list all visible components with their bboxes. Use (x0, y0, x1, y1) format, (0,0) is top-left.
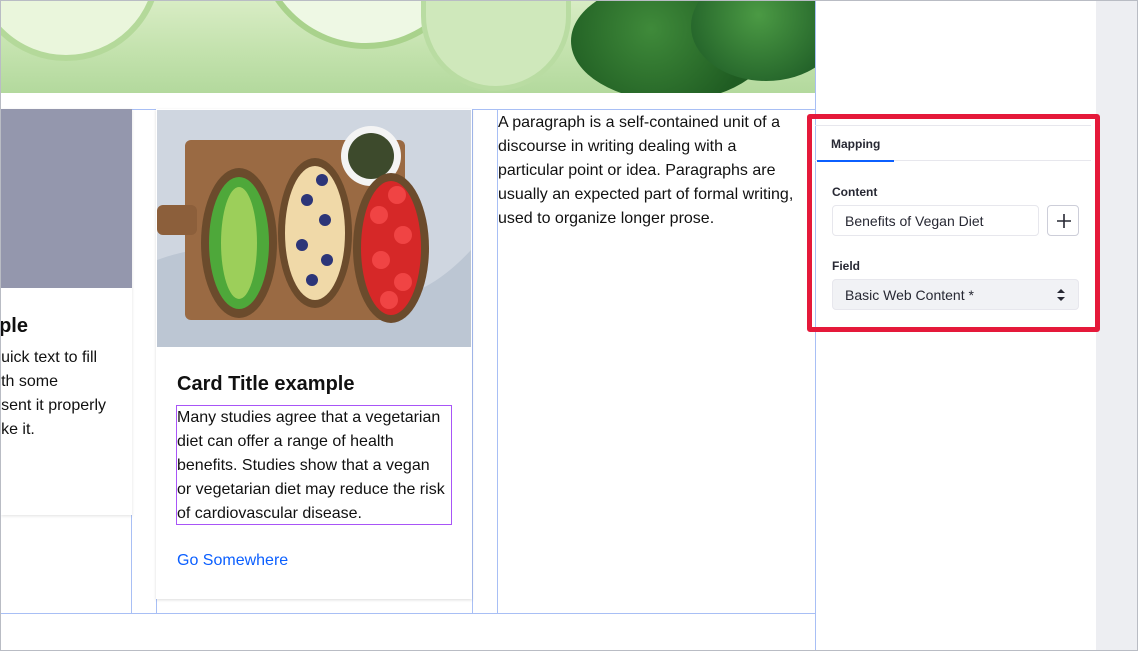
card-left[interactable]: ple uick text to fill th some sent it pr… (1, 109, 132, 515)
grid-guide (1, 613, 815, 614)
card-text-selected[interactable]: Many studies agree that a vegetarian die… (176, 405, 452, 525)
card-title: ple (1, 315, 28, 337)
banner-image (1, 1, 815, 93)
highlight-annotation (807, 114, 1100, 332)
go-somewhere-link[interactable]: Go Somewhere (177, 552, 288, 570)
card-middle[interactable]: Card Title example Many studies agree th… (156, 109, 472, 599)
page-editor: ple uick text to fill th some sent it pr… (0, 0, 1138, 651)
food-image (157, 110, 471, 347)
paragraph-block[interactable]: A paragraph is a self-contained unit of … (498, 111, 808, 231)
sidebar-gutter (1096, 1, 1137, 650)
card-title: Card Title example (177, 373, 355, 395)
card-image-placeholder (1, 109, 132, 288)
card-text: uick text to fill th some sent it proper… (1, 349, 106, 438)
grid-guide (472, 109, 473, 613)
